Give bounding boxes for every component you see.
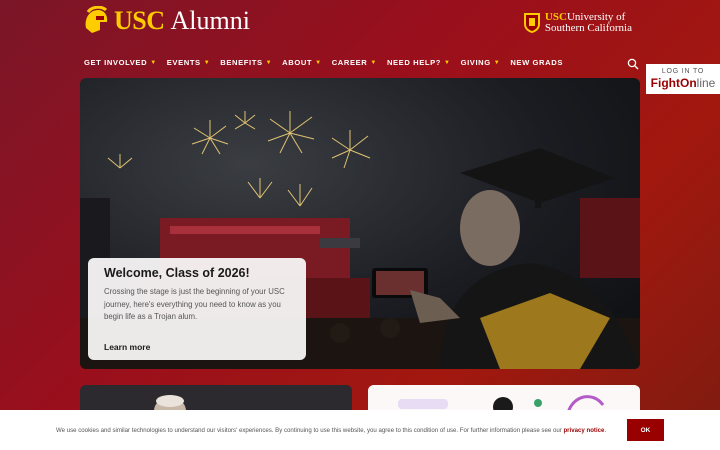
caret-down-icon: ▼: [444, 59, 451, 66]
nav-item-career[interactable]: CAREER ▼: [332, 58, 377, 67]
caret-down-icon: ▼: [493, 59, 501, 66]
caret-down-icon: ▼: [315, 59, 322, 66]
main-nav: GET INVOLVED ▼ EVENTS ▼ BENEFITS ▼ ABOUT ▼ C…: [84, 58, 563, 67]
fightonline-logo: FightOnline: [650, 76, 716, 90]
nav-item-giving[interactable]: GIVING ▼: [461, 58, 501, 67]
privacy-notice-link[interactable]: privacy notice: [563, 427, 604, 434]
trojan-helmet-icon: [85, 6, 108, 33]
caret-down-icon: ▼: [370, 59, 377, 66]
fightonline-login-button[interactable]: LOG IN TO FightOnline: [646, 64, 720, 94]
login-label: LOG IN TO: [661, 68, 705, 75]
welcome-title: Welcome, Class of 2026!: [104, 266, 250, 280]
welcome-description: Crossing the stage is just the beginning…: [104, 287, 285, 321]
logo-usc-text: USC: [114, 6, 165, 35]
caret-down-icon: ▼: [150, 59, 157, 66]
nav-item-new-grads[interactable]: NEW GRADS: [510, 58, 563, 67]
usc-university-logo[interactable]: USCUniversity of Southern California: [523, 12, 632, 34]
cookie-banner: We use cookies and similar technologies …: [0, 410, 720, 450]
welcome-card[interactable]: Welcome, Class of 2026! Crossing the sta…: [88, 258, 306, 360]
univ-line2-text: Southern California: [544, 22, 632, 34]
nav-item-about[interactable]: ABOUT ▼: [282, 58, 322, 67]
caret-down-icon: ▼: [203, 59, 211, 66]
nav-item-get-involved[interactable]: GET INVOLVED ▼: [84, 58, 157, 67]
logo-alumni-text: Alumni: [170, 6, 250, 35]
usc-seal-icon: [523, 13, 540, 33]
cookie-ok-button[interactable]: OK: [627, 419, 664, 441]
caret-down-icon: ▼: [265, 59, 273, 66]
learn-more-link[interactable]: Learn more: [104, 342, 150, 352]
search-icon[interactable]: [627, 58, 639, 70]
nav-item-benefits[interactable]: BENEFITS ▼: [220, 58, 272, 67]
usc-alumni-logo[interactable]: USC Alumni: [82, 6, 250, 36]
cookie-text: We use cookies and similar technologies …: [56, 427, 564, 434]
nav-item-events[interactable]: EVENTS ▼: [167, 58, 211, 67]
nav-item-need-help[interactable]: NEED HELP? ▼: [387, 58, 451, 67]
